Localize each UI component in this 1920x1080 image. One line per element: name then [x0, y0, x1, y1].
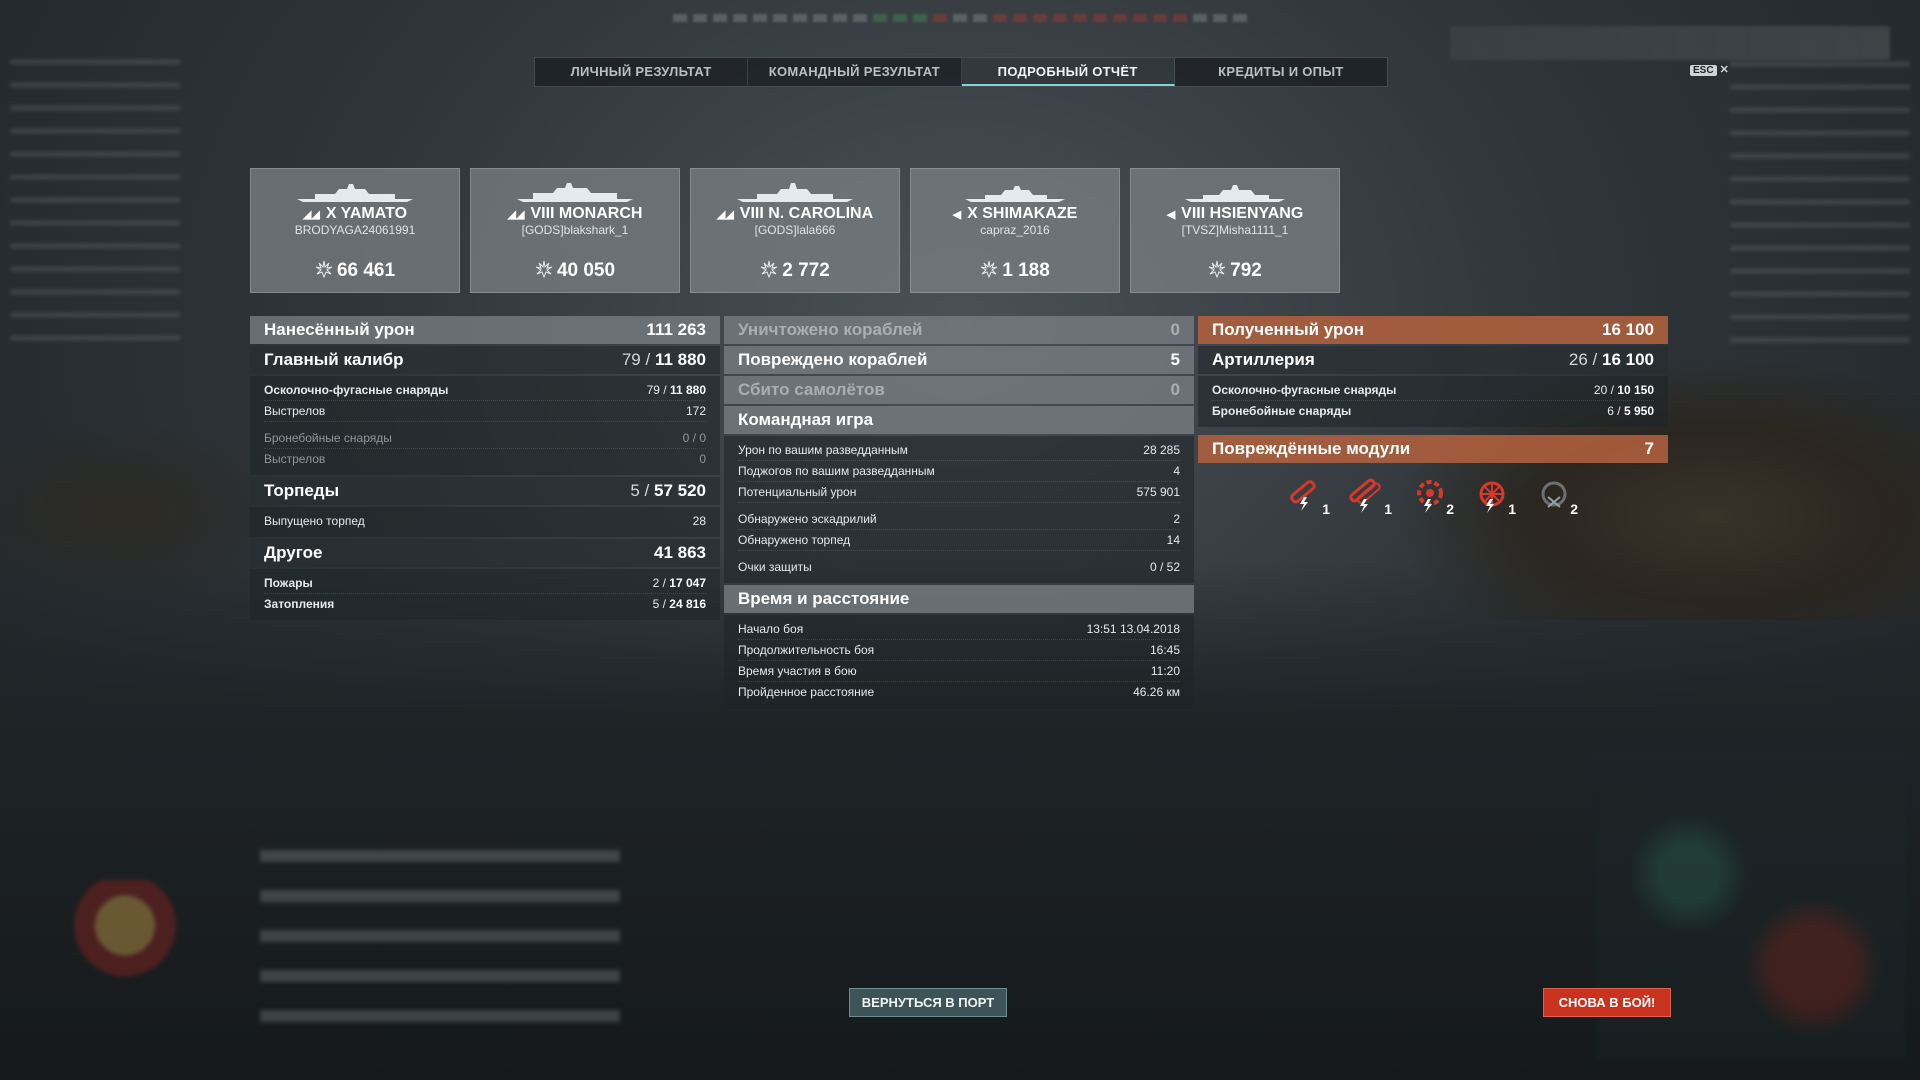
steering-gear-icon: 1: [1472, 477, 1516, 517]
damage-burst-icon: [315, 260, 333, 278]
received-ap-row: Бронебойные снаряды 6 / 5 950: [1212, 404, 1654, 418]
player-name: BRODYAGA24061991: [294, 223, 416, 237]
ally-team-list: [10, 60, 180, 340]
ship-card: ◀ VIII HSIENYANG [TVSZ]Misha1111_1 792: [1130, 168, 1340, 293]
tab-personal-result[interactable]: ЛИЧНЫЙ РЕЗУЛЬТАТ: [535, 58, 749, 86]
battle-duration-row: Продолжительность боя 16:45: [738, 640, 1180, 661]
damage-value: 792: [1230, 260, 1262, 281]
damage-value: 66 461: [336, 260, 396, 281]
time-distance-details: Начало боя 13:51 13.04.2018 Продолжительн…: [724, 615, 1194, 708]
received-damage-header: Полученный урон 16 100: [1198, 316, 1668, 344]
damage-burst-icon: [1208, 260, 1226, 278]
artillery-header: Артиллерия 26 / 16 100: [1198, 346, 1668, 374]
fires-row: Пожары 2 / 17 047: [264, 573, 706, 594]
combat-stats-column: Уничтожено кораблей 0 Повреждено кораблей…: [724, 316, 1194, 710]
spotting-fires-row: Поджогов по вашим разведданным 4: [738, 461, 1180, 482]
battleship-icon: ◢◢: [507, 209, 525, 221]
distance-row: Пройденное расстояние 46.26 км: [738, 685, 1180, 699]
battleship-icon: ◢◢: [716, 209, 734, 221]
esc-close-button[interactable]: ESC ✕: [1690, 63, 1729, 76]
torpedo-tube-icon: 1: [1348, 477, 1392, 517]
artillery-details: Осколочно-фугасные снаряды 20 / 10 150 Бр…: [1198, 376, 1668, 427]
close-icon: ✕: [1719, 64, 1729, 76]
enemy-team-list: [1730, 62, 1910, 342]
ship-name: X YAMATO: [325, 205, 408, 222]
torpedoes-spotted-row: Обнаружено торпед 14: [738, 530, 1180, 551]
spotting-damage-row: Урон по вашим разведданным 28 285: [738, 440, 1180, 461]
ship-name: VIII HSIENYANG: [1181, 205, 1304, 222]
team-play-header: Командная игра: [724, 406, 1194, 434]
planes-shot-header: Сбито самолётов 0: [724, 376, 1194, 404]
damage-burst-icon: [760, 260, 778, 278]
ship-name: VIII N. CAROLINA: [739, 205, 874, 222]
return-to-port-button[interactable]: ВЕРНУТЬСЯ В ПОРТ: [849, 988, 1007, 1017]
score-blur: [920, 94, 925, 115]
player-name: [GODS]lala666: [754, 223, 836, 237]
he-shots-row: Выстрелов 172: [264, 401, 706, 422]
dealt-damage-header: Нанесённый урон 111 263: [250, 316, 720, 344]
received-damage-column: Полученный урон 16 100 Артиллерия 26 / 16 …: [1198, 316, 1668, 517]
floods-row: Затопления 5 / 24 816: [264, 597, 706, 611]
esc-key-label: ESC: [1690, 65, 1717, 76]
hud-ribbons: [1450, 26, 1890, 60]
tab-credits-xp[interactable]: КРЕДИТЫ И ОПЫТ: [1175, 58, 1387, 86]
damage-burst-icon: [980, 260, 998, 278]
torpedoes-header: Торпеды 5 / 57 520: [250, 477, 720, 505]
camera-controls-hint: [260, 850, 620, 1050]
dealt-damage-column: Нанесённый урон 111 263 Главный калибр 79 …: [250, 316, 720, 622]
squadrons-spotted-row: Обнаружено эскадрилий 2: [738, 509, 1180, 530]
ship-silhouette-icon: [517, 183, 633, 202]
ship-name: VIII MONARCH: [530, 205, 643, 222]
potential-damage-row: Потенциальный урон 575 901: [738, 482, 1180, 503]
participation-time-row: Время участия в бою 11:20: [738, 661, 1180, 682]
ship-silhouette-icon: [297, 184, 413, 202]
player-name: [TVSZ]Misha1111_1: [1181, 223, 1289, 237]
destroyer-icon: ◀: [1166, 209, 1176, 221]
team-play-details: Урон по вашим разведданным 28 285 Поджого…: [724, 436, 1194, 583]
received-he-row: Осколочно-фугасные снаряды 20 / 10 150: [1212, 380, 1654, 401]
team-ships-bar: [620, 8, 1300, 28]
ship-silhouette-icon: [965, 186, 1065, 202]
ship-silhouette-icon: [737, 183, 853, 202]
damaged-modules-header: Повреждённые модули 7: [1198, 435, 1668, 463]
torpedoes-fired-row: Выпущено торпед 28: [264, 514, 706, 528]
damage-value: 2 772: [782, 260, 830, 281]
battle-again-button[interactable]: СНОВА В БОЙ!: [1543, 988, 1671, 1017]
main-battery-icon: 2: [1534, 477, 1578, 517]
torpedo-tube-icon: 1: [1286, 477, 1330, 517]
damage-value: 40 050: [556, 260, 616, 281]
ap-shells-row: Бронебойные снаряды 0 / 0: [264, 428, 706, 449]
player-name: [GODS]blakshark_1: [521, 223, 629, 237]
torpedo-details: Выпущено торпед 28: [250, 507, 720, 537]
ships-damaged-header: Повреждено кораблей 5: [724, 346, 1194, 374]
main-battery-header: Главный калибр 79 / 11 880: [250, 346, 720, 374]
ap-shots-row: Выстрелов 0: [264, 452, 706, 466]
tab-detailed-report[interactable]: ПОДРОБНЫЙ ОТЧЁТ: [961, 58, 1175, 86]
ship-emblem: [70, 880, 180, 1010]
player-name: capraz_2016: [980, 223, 1050, 237]
ships-destroyed-header: Уничтожено кораблей 0: [724, 316, 1194, 344]
report-tabs: ЛИЧНЫЙ РЕЗУЛЬТАТ КОМАНДНЫЙ РЕЗУЛЬТАТ ПОД…: [534, 57, 1388, 87]
battleship-icon: ◢◢: [302, 209, 320, 221]
destroyer-icon: ◀: [952, 209, 962, 221]
damage-burst-icon: [535, 260, 553, 278]
ship-card: ◢◢ X YAMATO BRODYAGA24061991 66 461: [250, 168, 460, 293]
tab-team-result[interactable]: КОМАНДНЫЙ РЕЗУЛЬТАТ: [748, 58, 962, 86]
damaged-modules-list: 1 1 2 1 2: [1198, 465, 1668, 517]
ship-card: ◢◢ VIII MONARCH [GODS]blakshark_1 40 050: [470, 168, 680, 293]
he-shells-row: Осколочно-фугасные снаряды 79 / 11 880: [264, 380, 706, 401]
ship-card: ◢◢ VIII N. CAROLINA [GODS]lala666 2 772: [690, 168, 900, 293]
ship-silhouette-icon: [1185, 185, 1285, 202]
engine-icon: 2: [1410, 477, 1454, 517]
defense-points-row: Очки защиты 0 / 52: [738, 560, 1180, 574]
battle-start-row: Начало боя 13:51 13.04.2018: [738, 619, 1180, 640]
ship-card: ◀ X SHIMAKAZE capraz_2016 1 188: [910, 168, 1120, 293]
time-distance-header: Время и расстояние: [724, 585, 1194, 613]
ship-name: X SHIMAKAZE: [967, 205, 1078, 222]
other-header: Другое 41 863: [250, 539, 720, 567]
other-details: Пожары 2 / 17 047 Затопления 5 / 24 816: [250, 569, 720, 620]
damaged-ships-cards: ◢◢ X YAMATO BRODYAGA24061991 66 461 ◢◢ VII…: [250, 168, 1340, 293]
main-battery-details: Осколочно-фугасные снаряды 79 / 11 880 Вы…: [250, 376, 720, 475]
damage-value: 1 188: [1002, 260, 1050, 281]
